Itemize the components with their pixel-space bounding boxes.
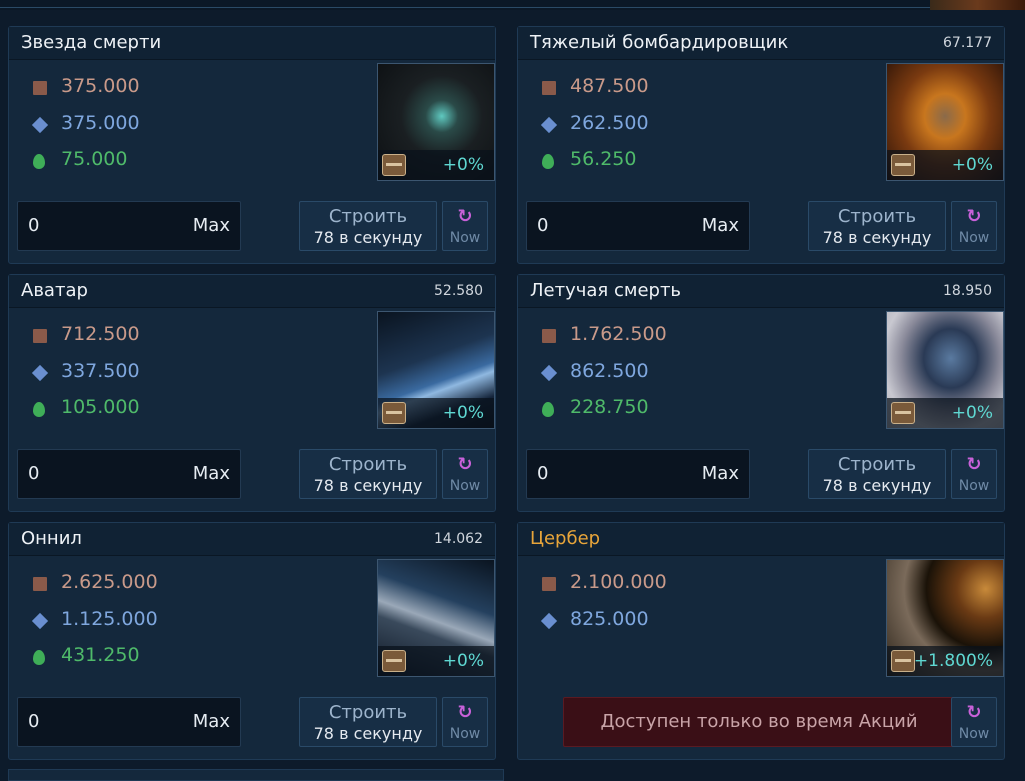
card-header: Оннил 14.062 [9, 523, 495, 556]
deuterium-icon [542, 154, 554, 169]
build-button[interactable]: Строить 78 в секунду [299, 449, 437, 499]
refresh-icon: ↻ [457, 702, 473, 723]
chest-icon[interactable] [891, 154, 915, 176]
ship-image[interactable]: +0% [886, 63, 1004, 181]
chest-icon[interactable] [891, 402, 915, 424]
build-button[interactable]: Строить 78 в секунду [808, 449, 946, 499]
ship-image[interactable]: +0% [377, 63, 495, 181]
chest-icon[interactable] [891, 650, 915, 672]
promo-only-button: Доступен только во время Акций [563, 697, 955, 747]
card-header: Цербер [518, 523, 1004, 556]
ship-image[interactable]: +0% [377, 311, 495, 429]
card-header: Аватар 52.580 [9, 275, 495, 308]
bonus-bar: +0% [378, 398, 494, 428]
max-button[interactable]: Max [702, 463, 739, 484]
chest-icon[interactable] [382, 154, 406, 176]
build-rate: 78 в секунду [313, 476, 423, 495]
refresh-icon: ↻ [457, 454, 473, 475]
crystal-icon [540, 116, 558, 134]
ship-count: 14.062 [434, 531, 483, 547]
now-button[interactable]: ↻ Now [442, 449, 488, 499]
quantity-input[interactable]: 0 Max [17, 449, 241, 499]
bonus-value: +1.800% [913, 651, 993, 671]
bonus-value: +0% [442, 651, 484, 671]
bonus-bar: +0% [378, 646, 494, 676]
ship-card-avatar: Аватар 52.580 712.500 337.500 105.000 +0… [8, 274, 496, 512]
build-rate: 78 в секунду [822, 476, 932, 495]
card-header: Летучая смерть 18.950 [518, 275, 1004, 308]
bonus-bar: +0% [887, 150, 1003, 180]
max-button[interactable]: Max [702, 215, 739, 236]
bonus-value: +0% [951, 403, 993, 423]
refresh-icon: ↻ [457, 206, 473, 227]
deuterium-icon [33, 650, 45, 665]
refresh-icon: ↻ [966, 702, 982, 723]
now-button[interactable]: ↻ Now [951, 449, 997, 499]
metal-icon [33, 329, 47, 343]
now-button[interactable]: ↻ Now [442, 201, 488, 251]
bonus-value: +0% [951, 155, 993, 175]
metal-icon [33, 577, 47, 591]
build-button[interactable]: Строить 78 в секунду [299, 201, 437, 251]
max-button[interactable]: Max [193, 215, 230, 236]
ship-name: Летучая смерть [530, 280, 682, 301]
deuterium-icon [542, 402, 554, 417]
ship-name: Оннил [21, 528, 82, 549]
ship-name: Цербер [530, 528, 601, 549]
card-header: Тяжелый бомбардировщик 67.177 [518, 27, 1004, 60]
build-button[interactable]: Строить 78 в секунду [808, 201, 946, 251]
build-button[interactable]: Строить 78 в секунду [299, 697, 437, 747]
ship-card-flying-death: Летучая смерть 18.950 1.762.500 862.500 … [517, 274, 1005, 512]
chest-icon[interactable] [382, 402, 406, 424]
crystal-icon [31, 364, 49, 382]
max-button[interactable]: Max [193, 463, 230, 484]
ship-card-cerberus: Цербер 2.100.000 825.000 +1.800% Доступе… [517, 522, 1005, 760]
crystal-icon [31, 612, 49, 630]
ship-name: Тяжелый бомбардировщик [530, 32, 789, 53]
top-corner-decoration [930, 0, 1025, 10]
ship-image[interactable]: +0% [886, 311, 1004, 429]
chest-icon[interactable] [382, 650, 406, 672]
bonus-value: +0% [442, 403, 484, 423]
bonus-value: +0% [442, 155, 484, 175]
crystal-icon [540, 612, 558, 630]
ship-card-heavy-bomber: Тяжелый бомбардировщик 67.177 487.500 26… [517, 26, 1005, 264]
ship-name: Аватар [21, 280, 88, 301]
build-rate: 78 в секунду [313, 228, 423, 247]
crystal-icon [31, 116, 49, 134]
ship-count: 67.177 [943, 35, 992, 51]
bonus-bar: +1.800% [887, 646, 1003, 676]
top-strip [0, 0, 1025, 10]
quantity-input[interactable]: 0 Max [17, 697, 241, 747]
ship-card-onnil: Оннил 14.062 2.625.000 1.125.000 431.250… [8, 522, 496, 760]
refresh-icon: ↻ [966, 206, 982, 227]
bonus-bar: +0% [887, 398, 1003, 428]
card-header: Звезда смерти [9, 27, 495, 60]
build-rate: 78 в секунду [822, 228, 932, 247]
metal-icon [33, 81, 47, 95]
quantity-input[interactable]: 0 Max [17, 201, 241, 251]
metal-icon [542, 329, 556, 343]
bonus-bar: +0% [378, 150, 494, 180]
build-rate: 78 в секунду [313, 724, 423, 743]
crystal-icon [540, 364, 558, 382]
metal-icon [542, 81, 556, 95]
ship-image[interactable]: +0% [377, 559, 495, 677]
max-button[interactable]: Max [193, 711, 230, 732]
ship-count: 52.580 [434, 283, 483, 299]
refresh-icon: ↻ [966, 454, 982, 475]
quantity-input[interactable]: 0 Max [526, 449, 750, 499]
ship-image[interactable]: +1.800% [886, 559, 1004, 677]
ship-name: Звезда смерти [21, 32, 162, 53]
ship-card-death-star: Звезда смерти 375.000 375.000 75.000 +0%… [8, 26, 496, 264]
next-card-edge [8, 769, 504, 781]
ship-count: 18.950 [943, 283, 992, 299]
now-button[interactable]: ↻ Now [442, 697, 488, 747]
deuterium-icon [33, 402, 45, 417]
quantity-input[interactable]: 0 Max [526, 201, 750, 251]
metal-icon [542, 577, 556, 591]
now-button[interactable]: ↻ Now [951, 201, 997, 251]
deuterium-icon [33, 154, 45, 169]
now-button[interactable]: ↻ Now [951, 697, 997, 747]
